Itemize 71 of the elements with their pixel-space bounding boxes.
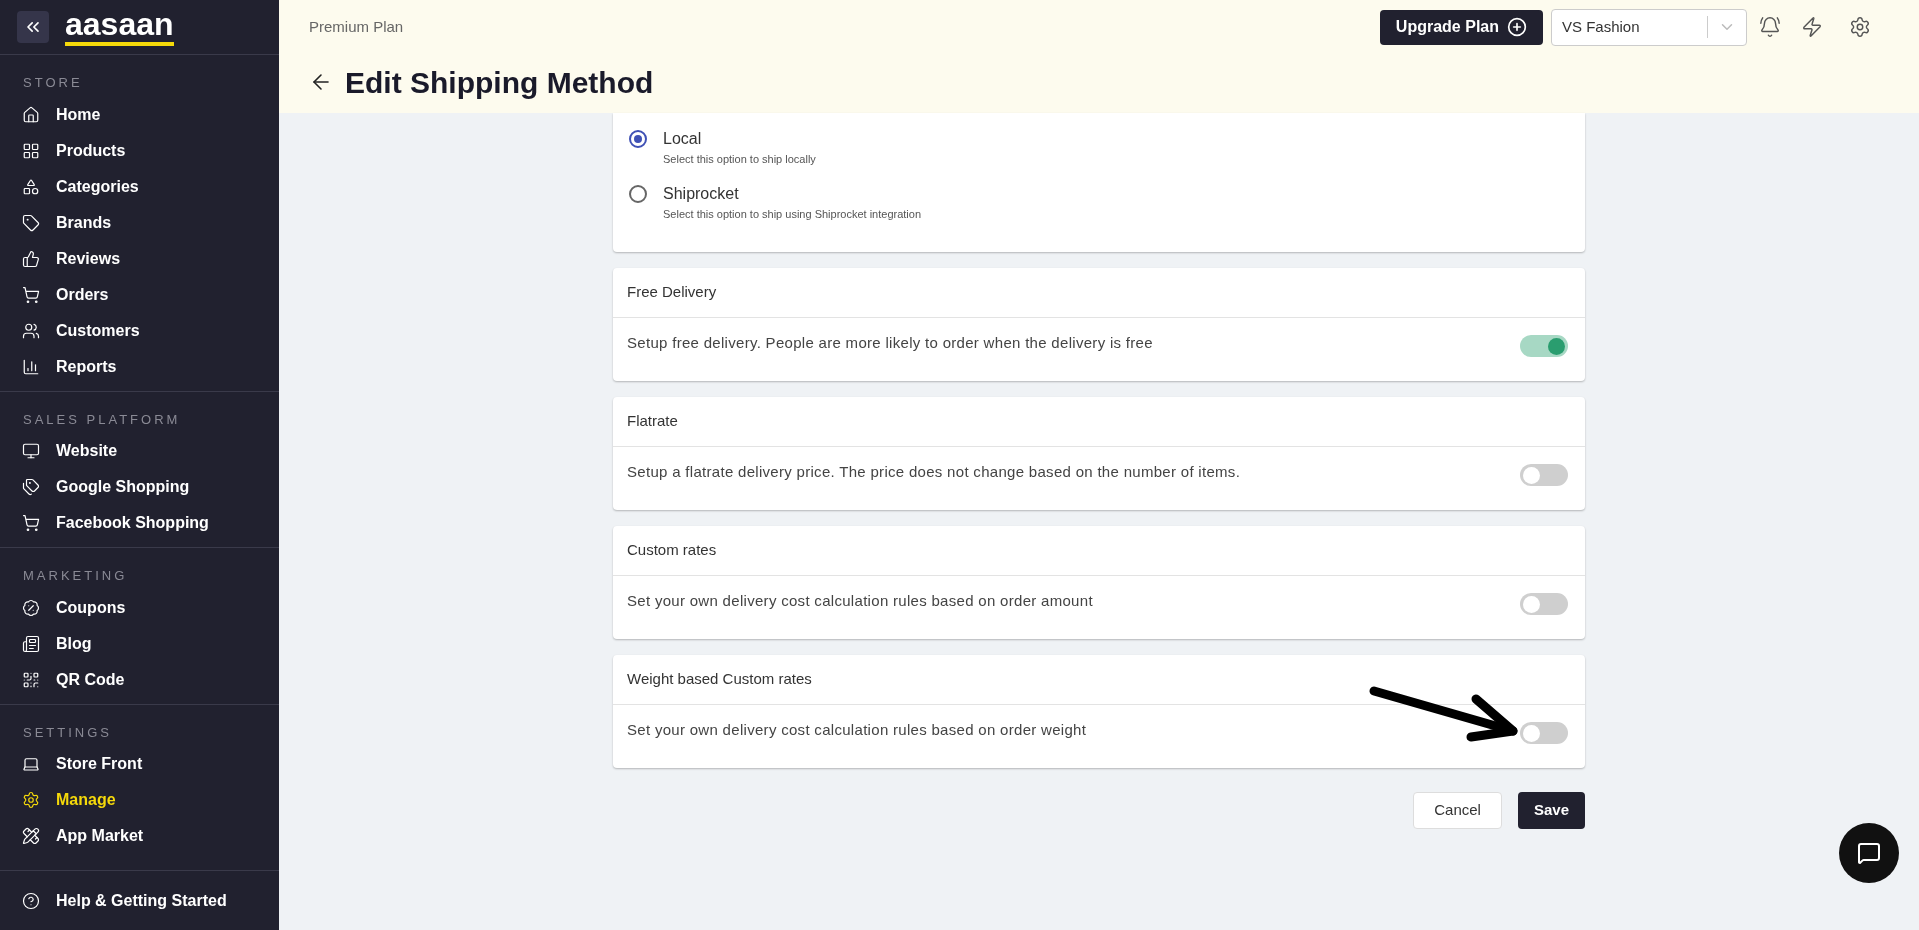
section-label: MARKETING [22,567,129,585]
bar-chart-icon [22,357,40,376]
qr-code-icon [22,670,40,689]
store-select[interactable]: VS Fashion [1551,8,1747,46]
sidebar-item[interactable]: Products [0,132,279,169]
monitor-icon [22,442,40,460]
toggle-switch[interactable] [1520,593,1568,615]
toggle-switch[interactable] [1520,722,1568,744]
plus-circle-icon [1507,17,1527,37]
document-icon [22,634,40,653]
bell-icon[interactable] [1759,16,1781,38]
help-link[interactable]: Help & Getting Started [0,888,249,913]
chat-button[interactable] [1839,823,1899,883]
card-title: Weight based Custom rates [627,669,812,690]
card-description: Setup a flatrate delivery price. The price does not change based on the number of items. [627,462,1242,482]
sidebar-item[interactable]: Categories [0,168,279,205]
logo: aasaan [65,8,174,46]
grid-icon [22,141,40,160]
cart-icon [22,285,40,304]
save-button[interactable]: Save [1517,792,1585,829]
sidebar-item[interactable]: Blog [0,625,279,662]
sidebar-item[interactable]: Facebook Shopping [0,505,279,541]
option-description: Select this option to ship using Shiprocket integration [663,206,922,222]
radio-button[interactable] [629,184,647,203]
sidebar-item[interactable]: Orders [0,276,279,313]
plan-label: Premium Plan [309,16,404,37]
sidebar-item[interactable]: Reviews [0,240,279,277]
toggle-switch[interactable] [1520,464,1568,486]
sidebar-item[interactable]: Customers [0,312,279,349]
option-label: Local [663,129,703,149]
collapse-sidebar-button[interactable] [17,11,49,43]
badge-percent-icon [22,598,40,617]
section-label: SETTINGS [22,723,113,742]
lightning-icon[interactable] [1801,16,1823,38]
section-label: SALES PLATFORM [22,410,182,429]
home-icon [22,105,40,124]
section-label: STORE [22,74,84,92]
settings-icon[interactable] [1849,16,1871,38]
sidebar-item[interactable]: Home [0,96,279,133]
upgrade-plan-button[interactable]: Upgrade Plan [1379,9,1543,45]
help-icon [22,891,40,910]
sidebar-item[interactable]: Coupons [0,589,279,626]
sidebar-item[interactable]: Website [0,433,279,469]
card-title: Custom rates [627,540,717,561]
sidebar-item[interactable]: Reports [0,348,279,385]
cart-icon [22,514,40,532]
sidebar-item[interactable]: Manage [0,782,279,818]
chat-icon [1857,841,1881,865]
option-description: Select this option to ship locally [663,152,816,167]
option-label: Shiprocket [663,183,740,204]
tag-icon [22,213,40,232]
cancel-button[interactable]: Cancel [1413,792,1502,829]
laptop-icon [22,755,40,773]
radio-button[interactable] [629,130,647,148]
sidebar-item[interactable]: Brands [0,204,279,241]
card-title: Flatrate [627,411,678,432]
page-title: Edit Shipping Method [345,64,654,101]
sidebar-item[interactable]: Google Shopping [0,469,279,505]
shapes-icon [22,177,40,196]
sidebar-item[interactable]: App Market [0,818,279,854]
thumbs-up-icon [22,249,40,268]
card-description: Set your own delivery cost calculation rules based on order weight [627,720,1088,740]
card-description: Setup free delivery. People are more likely to order when the delivery is free [627,333,1154,353]
sidebar-item[interactable]: QR Code [0,661,279,698]
toggle-switch[interactable] [1520,335,1568,357]
people-icon [22,321,40,340]
card-title: Free Delivery [627,282,717,303]
settings-icon [22,791,40,809]
card-description: Set your own delivery cost calculation rules based on order amount [627,591,1094,611]
sidebar-item[interactable]: Store Front [0,746,279,782]
tag-icon [22,478,40,496]
